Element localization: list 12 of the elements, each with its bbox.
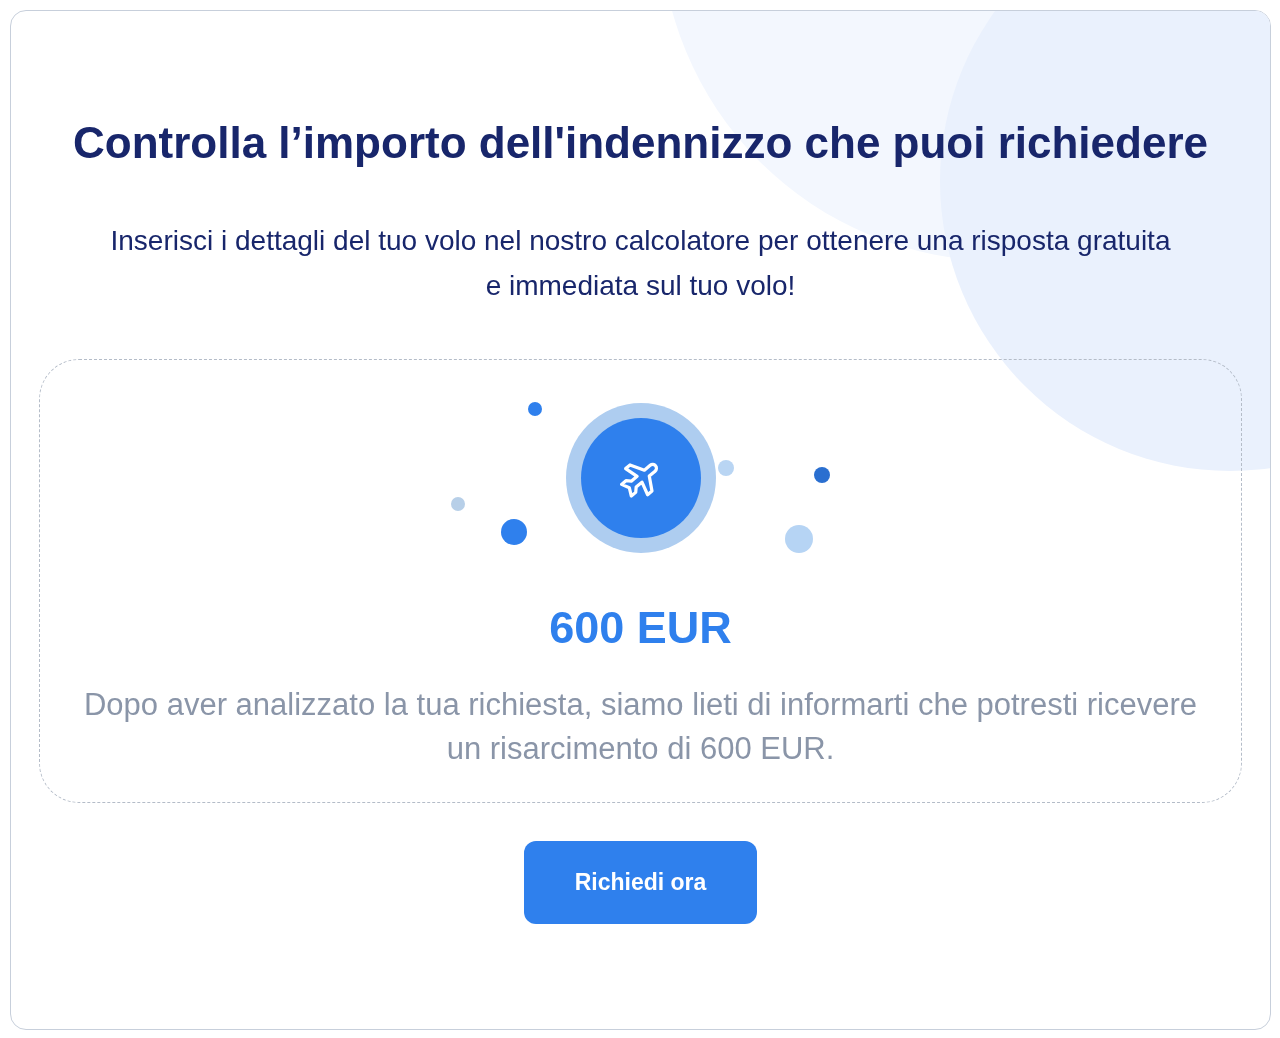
dot-icon	[813, 467, 830, 483]
dot-icon	[500, 519, 527, 545]
airplane-icon	[565, 403, 716, 553]
intro-text: Inserisci i dettagli del tuo volo nel nostro calcolatore per ottenere una risposta gratuita e immediata sul tuo volo!	[109, 224, 1172, 303]
request-button[interactable]: Richiedi ora	[524, 841, 757, 924]
page-title: Controlla l’importo dell'indennizzo che puoi richiedere	[72, 119, 1209, 167]
dot-icon	[717, 460, 734, 476]
dot-icon	[527, 402, 542, 416]
dot-icon	[784, 525, 813, 553]
result-message: Dopo aver analizzato la tua richiesta, siamo lieti di informarti che potresti ricevere un risarcimento di 600 EUR.	[82, 686, 1199, 768]
dot-icon	[450, 497, 465, 511]
compensation-amount: 600 EUR	[549, 602, 732, 654]
